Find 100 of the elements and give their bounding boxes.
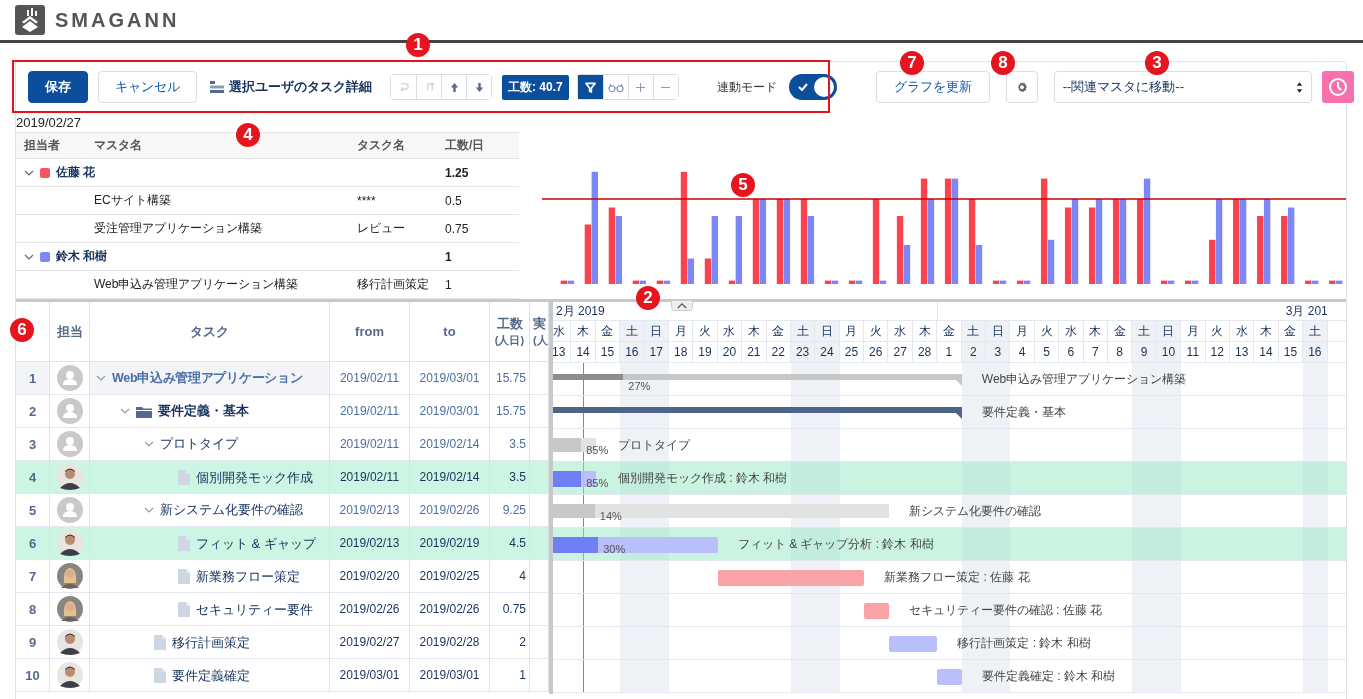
document-icon	[178, 568, 190, 584]
link-mode-label: 連動モード	[716, 78, 777, 96]
date-label: 2019/02/27	[16, 114, 82, 130]
weekday-label: 火	[1205, 321, 1230, 341]
day-label: 5	[1034, 342, 1060, 362]
chevron-icon[interactable]	[144, 505, 154, 515]
row-number: 9	[16, 626, 50, 658]
person-avatar	[56, 563, 83, 589]
month-label: 3月 201	[1285, 302, 1328, 320]
day-label: 9	[1132, 342, 1157, 362]
task-name: 移行計画策定	[172, 634, 250, 650]
task-name: セキュリティー要件	[196, 601, 313, 617]
day-label: 13	[1229, 342, 1255, 362]
weekday-label: 金	[937, 321, 962, 341]
day-label: 28	[912, 342, 938, 362]
cancel-button[interactable]: キャンセル	[98, 71, 197, 103]
day-label: 14	[571, 342, 596, 362]
day-label: 22	[766, 342, 791, 362]
callout-badge: 6	[10, 318, 34, 342]
table-cell: 2019/02/11	[330, 362, 410, 394]
day-label: 24	[815, 342, 840, 362]
table-cell: 3.5	[490, 461, 530, 493]
day-label: 14	[1254, 342, 1279, 362]
weekday-label: 土	[1303, 321, 1328, 341]
effort-badge: 工数: 40.7	[502, 74, 569, 100]
clock-button[interactable]	[1321, 71, 1354, 103]
day-label: 2	[961, 342, 987, 362]
column-header: 工数/日	[445, 137, 486, 154]
weekday-label: 土	[1132, 321, 1157, 341]
chevron-icon[interactable]	[144, 439, 154, 449]
weekday-label: 水	[1229, 321, 1255, 341]
day-label: 17	[644, 342, 669, 362]
task-bar[interactable]	[553, 537, 718, 553]
down-button[interactable]	[466, 75, 491, 99]
chevron-icon[interactable]	[96, 373, 106, 383]
bar-label: 要件定義・基本	[981, 404, 1066, 421]
avatar-icon	[56, 497, 83, 523]
row-number: 3	[16, 428, 50, 460]
callout-badge: 5	[731, 173, 755, 197]
task-bar[interactable]	[888, 636, 938, 652]
progress-label: 85%	[586, 477, 609, 489]
weekday-label: 土	[790, 321, 816, 341]
weekday-label: 火	[1034, 321, 1060, 341]
undo-icon	[398, 81, 409, 93]
filter-button[interactable]	[577, 75, 603, 99]
weekday-label: 木	[571, 321, 596, 341]
callout-badge: 4	[236, 123, 260, 147]
bar-label: 個別開発モック作成 : 鈴木 和樹	[617, 470, 788, 487]
save-button[interactable]: 保存	[28, 71, 88, 103]
table-cell: 0.75	[490, 593, 530, 625]
task-name: フィット & ギャップ	[196, 535, 316, 551]
table-cell: 2019/02/25	[410, 560, 490, 592]
row-number: 5	[16, 494, 50, 526]
weekday-label: 木	[912, 321, 938, 341]
refresh-graph-button[interactable]: グラフを更新	[875, 71, 990, 103]
settings-icon	[1015, 81, 1028, 93]
day-label: 4	[1010, 342, 1035, 362]
day-label: 1	[937, 342, 962, 362]
progress-label: 14%	[599, 510, 622, 522]
table-cell: 2019/02/13	[330, 527, 410, 559]
master-select[interactable]: --関連マスタに移動--	[1053, 71, 1312, 103]
chevron-icon[interactable]	[120, 406, 130, 416]
settings-button[interactable]	[1005, 71, 1038, 103]
document-icon	[154, 634, 166, 650]
avatar-icon	[56, 365, 83, 391]
collapse-button[interactable]	[671, 300, 693, 311]
task-name: プロトタイプ	[160, 435, 238, 453]
app-logo-text: SMAGANN	[55, 8, 180, 32]
day-label: 16	[620, 342, 645, 362]
chevron-up-icon	[677, 302, 687, 309]
document-icon	[178, 535, 190, 551]
document-icon	[178, 469, 190, 485]
panel-title: 選択ユーザのタスク詳細	[229, 78, 372, 96]
table-cell: 1	[490, 659, 530, 691]
column-header: タスク	[90, 302, 330, 361]
table-cell-text: 受注管理アプリケーション構築	[94, 220, 263, 237]
table-cell-text: 1	[445, 249, 453, 264]
table-cell: 2019/02/26	[410, 494, 490, 526]
task-name: 要件定義・基本	[158, 402, 249, 420]
logo-icon	[15, 5, 45, 35]
link-mode-toggle[interactable]	[788, 74, 837, 100]
table-cell: 4.5	[490, 527, 530, 559]
bar-label: プロトタイプ	[617, 437, 690, 454]
sort-arrows-icon	[1295, 80, 1303, 94]
group-bar[interactable]	[553, 407, 962, 419]
day-label: 27	[888, 342, 913, 362]
table-cell: 2019/02/14	[410, 428, 490, 460]
table-cell-text: 移行計画策定	[357, 276, 430, 293]
table-cell: 9.25	[490, 494, 530, 526]
column-header: from	[330, 302, 410, 361]
table-cell: 2019/02/19	[410, 527, 490, 559]
column-header: タスク名	[357, 137, 406, 154]
row-number: 10	[16, 659, 50, 691]
person-avatar	[56, 596, 83, 622]
day-label: 3	[986, 342, 1011, 362]
day-label: 16	[1303, 342, 1328, 362]
row-number: 1	[16, 362, 50, 394]
table-cell: 15.75	[490, 362, 530, 394]
plus-icon	[635, 81, 647, 93]
callout-badge: 8	[991, 51, 1015, 75]
